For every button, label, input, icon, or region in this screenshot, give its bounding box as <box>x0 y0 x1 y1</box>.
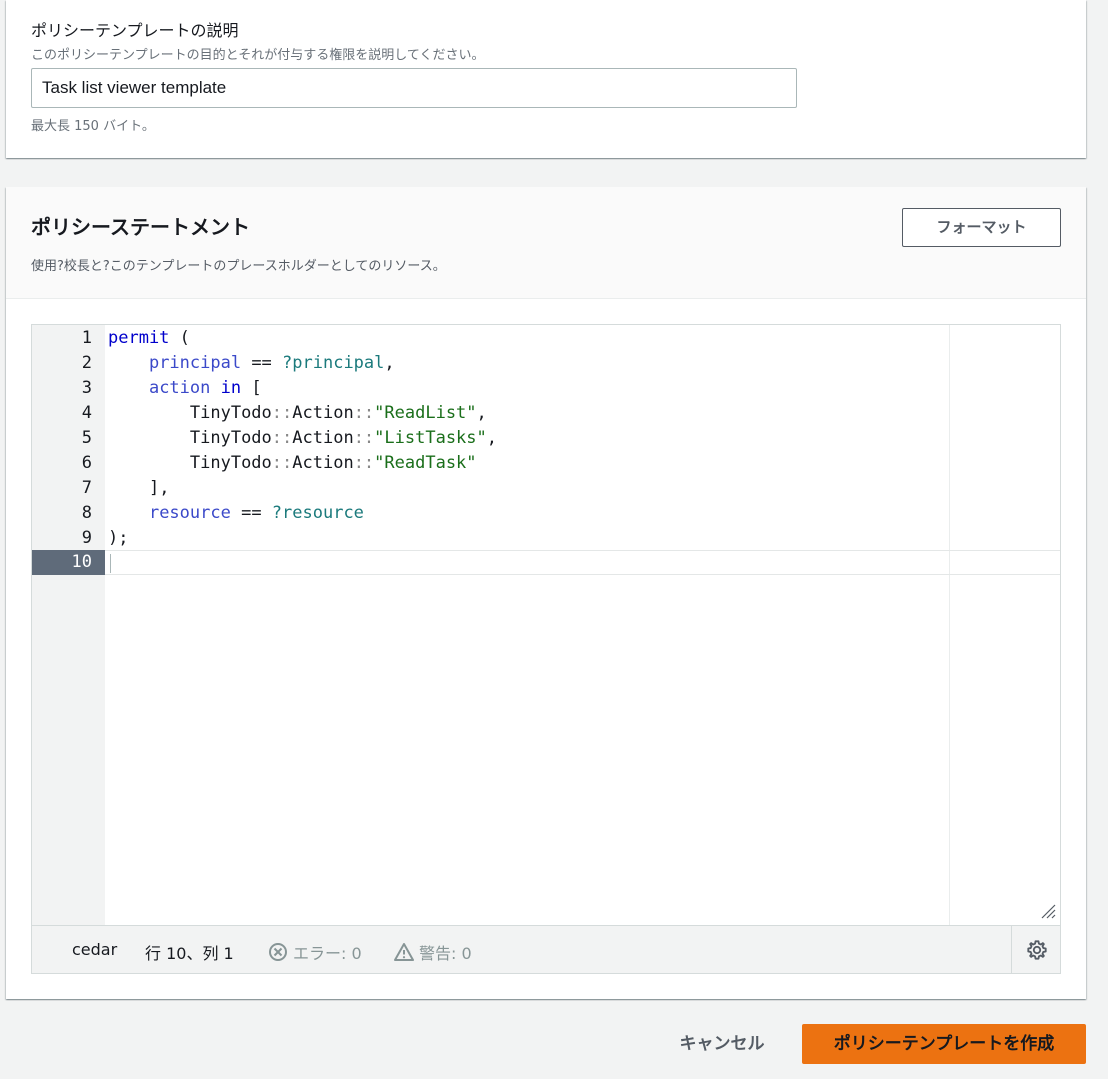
punctuation: ( <box>169 328 190 348</box>
code-text: principal == ?principal, <box>108 351 395 376</box>
error-count[interactable]: エラー: 0 <box>268 940 362 964</box>
keyword: in <box>220 378 242 398</box>
line-number: 8 <box>81 503 92 523</box>
error-circle-icon <box>269 943 287 961</box>
namespace: TinyTodo <box>189 403 272 423</box>
description-label: ポリシーテンプレートの説明 <box>31 21 239 40</box>
description-hint: このポリシーテンプレートの目的とそれが付与する権限を説明してください。 <box>31 48 485 63</box>
line-number: 9 <box>81 528 92 548</box>
active-code-line[interactable]: 10 <box>32 550 1060 575</box>
code-text: ], <box>108 476 169 501</box>
cursor-position: 行 10、列 1 <box>145 944 234 963</box>
description-panel: ポリシーテンプレートの説明 このポリシーテンプレートの目的とそれが付与する権限を… <box>6 0 1086 158</box>
line-number: 7 <box>81 478 92 498</box>
code-text: TinyTodo::Action::"ReadList", <box>108 401 487 426</box>
string-literal: "ReadTask" <box>374 453 477 473</box>
code-line: 4 TinyTodo::Action::"ReadList", <box>32 401 1060 426</box>
warning-count[interactable]: 警告: 0 <box>394 940 472 964</box>
code-text: resource == ?resource <box>108 501 364 526</box>
string-literal: "ListTasks" <box>374 428 487 448</box>
separator: :: <box>353 453 375 473</box>
policy-statement-description: 使用?校長と?このテンプレートのプレースホルダーとしてのリソース。 <box>31 259 446 274</box>
resize-handle-icon[interactable] <box>1040 903 1056 919</box>
line-number: 2 <box>81 353 92 373</box>
slot: ?resource <box>271 503 364 523</box>
namespace: TinyTodo <box>189 453 272 473</box>
string-literal: "ReadList" <box>374 403 477 423</box>
settings-gear-icon[interactable] <box>1026 939 1048 961</box>
format-button[interactable]: フォーマット <box>902 208 1061 247</box>
code-line: 1 permit ( <box>32 326 1060 351</box>
text-cursor <box>110 554 111 573</box>
warning-count-text: 警告: 0 <box>419 944 472 963</box>
policy-statement-panel: ポリシーステートメント 使用?校長と?このテンプレートのプレースホルダーとしての… <box>6 187 1086 999</box>
operator: == <box>230 503 272 523</box>
line-number: 4 <box>81 403 92 423</box>
variable: resource <box>148 503 231 523</box>
create-policy-template-button[interactable]: ポリシーテンプレートを作成 <box>802 1024 1086 1064</box>
code-text: TinyTodo::Action::"ReadTask" <box>108 451 477 476</box>
description-constraint: 最大長 150 バイト。 <box>31 119 155 134</box>
line-number: 1 <box>81 328 92 348</box>
cancel-button[interactable]: キャンセル <box>666 1024 778 1064</box>
punctuation: , <box>486 428 498 448</box>
variable: action <box>148 378 211 398</box>
code-text: ); <box>108 526 128 551</box>
punctuation: , <box>476 403 487 423</box>
punctuation: ); <box>108 528 129 548</box>
punctuation: ], <box>148 478 170 498</box>
separator: :: <box>271 403 293 423</box>
separator: :: <box>353 428 375 448</box>
code-line: 7 ], <box>32 476 1060 501</box>
code-text: permit ( <box>108 326 190 351</box>
line-number: 10 <box>71 552 92 572</box>
punctuation: [ <box>241 378 262 398</box>
entity-type: Action <box>292 428 354 448</box>
separator: :: <box>271 453 293 473</box>
namespace: TinyTodo <box>189 428 272 448</box>
separator: :: <box>271 428 293 448</box>
code-text: TinyTodo::Action::"ListTasks", <box>108 426 497 451</box>
editor-status-bar: cedar 行 10、列 1 エラー: 0 警告: 0 <box>32 925 1060 973</box>
operator: == <box>241 353 283 373</box>
code-line: 8 resource == ?resource <box>32 501 1060 526</box>
code-line: 6 TinyTodo::Action::"ReadTask" <box>32 451 1060 476</box>
policy-statement-title: ポリシーステートメント <box>31 215 250 239</box>
entity-type: Action <box>292 403 354 423</box>
slot: ?principal <box>282 353 385 373</box>
error-count-text: エラー: 0 <box>293 944 362 963</box>
keyword: permit <box>108 328 170 348</box>
code-text: action in [ <box>108 376 262 401</box>
punctuation: , <box>384 353 395 373</box>
code-line: 5 TinyTodo::Action::"ListTasks", <box>32 426 1060 451</box>
warning-triangle-icon <box>394 943 414 961</box>
separator: :: <box>353 403 375 423</box>
line-number: 5 <box>81 428 92 448</box>
code-editor[interactable]: 1 permit ( 2 principal == ?principal, 3 … <box>31 324 1061 974</box>
code-line: 2 principal == ?principal, <box>32 351 1060 376</box>
line-number: 6 <box>81 453 92 473</box>
variable: principal <box>148 353 242 373</box>
entity-type: Action <box>292 453 354 473</box>
status-divider <box>1011 926 1012 973</box>
line-number: 3 <box>81 378 92 398</box>
code-line: 9 ); <box>32 526 1060 551</box>
code-line: 3 action in [ <box>32 376 1060 401</box>
language-indicator: cedar <box>72 940 118 959</box>
description-input[interactable]: Task list viewer template <box>31 68 797 108</box>
policy-statement-header: ポリシーステートメント 使用?校長と?このテンプレートのプレースホルダーとしての… <box>6 187 1086 299</box>
